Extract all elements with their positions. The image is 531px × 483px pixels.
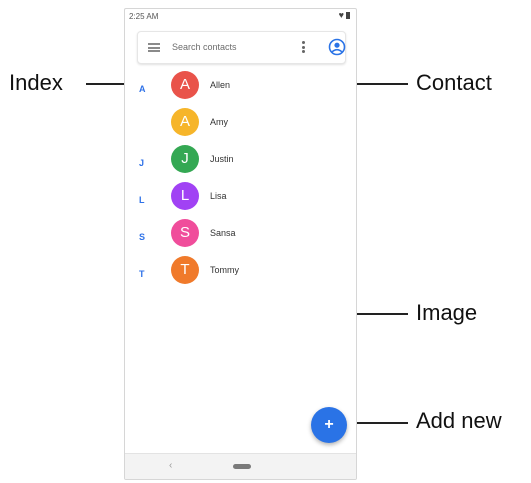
contact-row[interactable]: T T Tommy bbox=[125, 256, 356, 292]
navigation-bar: ‹ bbox=[125, 453, 356, 479]
status-bar: 2:25 AM ♥ bbox=[125, 9, 356, 25]
index-letter: T bbox=[139, 269, 145, 279]
add-contact-button[interactable]: + bbox=[311, 407, 347, 443]
contact-name: Lisa bbox=[210, 191, 227, 201]
contact-row[interactable]: J J Justin bbox=[125, 145, 356, 181]
contact-row[interactable]: L L Lisa bbox=[125, 182, 356, 218]
index-letter: A bbox=[139, 84, 146, 94]
contact-avatar: A bbox=[171, 108, 199, 136]
callout-image: Image bbox=[416, 300, 478, 325]
contact-row[interactable]: S S Sansa bbox=[125, 219, 356, 255]
contact-name: Sansa bbox=[210, 228, 236, 238]
contact-avatar: S bbox=[171, 219, 199, 247]
battery-icon bbox=[346, 12, 350, 19]
wifi-icon: ♥ bbox=[338, 10, 344, 20]
search-bar[interactable] bbox=[137, 31, 346, 64]
callout-index-line bbox=[86, 83, 124, 85]
contact-avatar: A bbox=[171, 71, 199, 99]
contact-name: Allen bbox=[210, 80, 231, 90]
index-letter: J bbox=[139, 158, 145, 168]
callout-add-new-line bbox=[356, 422, 408, 424]
contact-name: Amy bbox=[210, 117, 228, 127]
contact-avatar: T bbox=[171, 256, 199, 284]
callout-contact: Contact bbox=[416, 70, 492, 95]
contact-avatar: L bbox=[171, 182, 199, 210]
index-letter: S bbox=[139, 232, 146, 242]
contact-avatar: J bbox=[171, 145, 199, 173]
menu-icon[interactable] bbox=[148, 43, 160, 52]
more-options-icon[interactable] bbox=[302, 41, 306, 55]
phone-screen: 2:25 AM ♥ A A Allen A Amy J J bbox=[124, 8, 357, 480]
back-icon[interactable]: ‹ bbox=[169, 460, 172, 471]
status-icons: ♥ bbox=[339, 11, 350, 20]
callout-add-new: Add new bbox=[416, 408, 502, 433]
contact-name: Tommy bbox=[210, 265, 239, 275]
contact-row[interactable]: A Amy bbox=[125, 108, 356, 144]
status-time: 2:25 AM bbox=[129, 12, 159, 21]
contact-row[interactable]: A A Allen bbox=[125, 71, 356, 107]
contact-name: Justin bbox=[210, 154, 234, 164]
home-icon[interactable] bbox=[233, 464, 251, 469]
index-letter: L bbox=[139, 195, 145, 205]
account-icon[interactable] bbox=[328, 38, 346, 56]
search-input[interactable] bbox=[172, 39, 302, 55]
callout-index: Index bbox=[9, 70, 63, 95]
